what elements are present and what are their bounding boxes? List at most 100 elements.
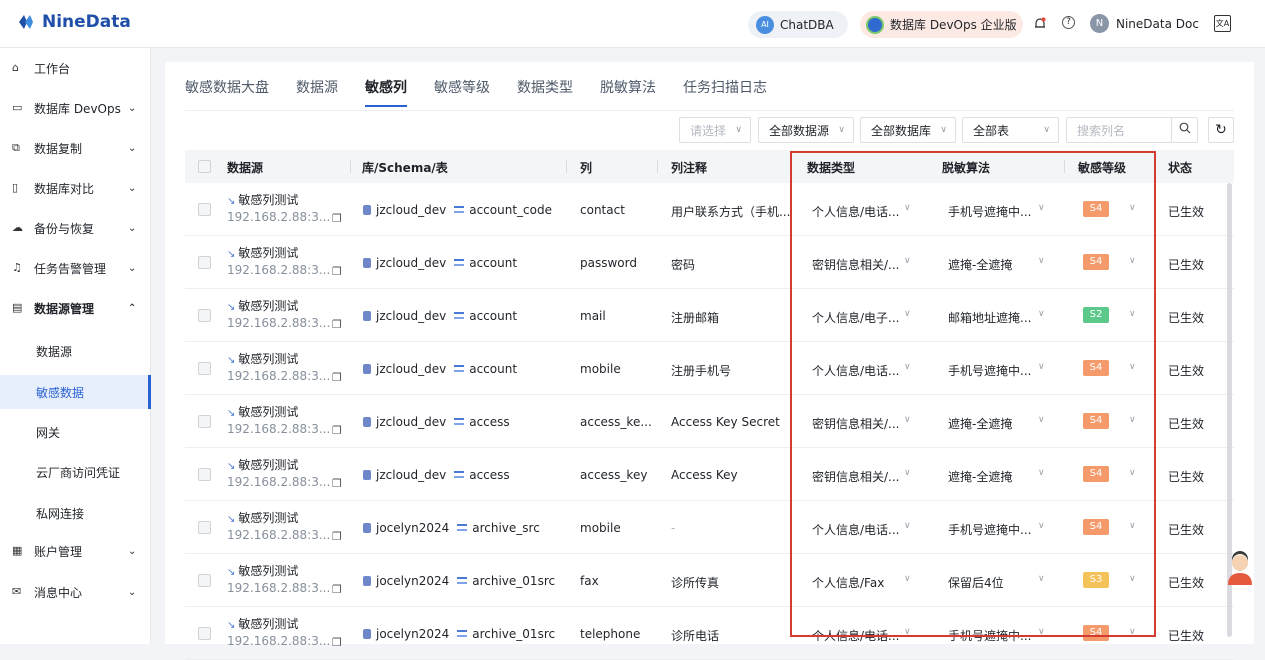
sidebar-item-alarm[interactable]: ♫ 任务告警管理 ⌄ bbox=[0, 248, 151, 288]
search-icon[interactable] bbox=[1171, 117, 1198, 143]
sidebar-item-message[interactable]: ✉ 消息中心 ⌄ bbox=[0, 572, 151, 612]
datasource-type-icon: ↘ bbox=[227, 196, 236, 207]
chatdba-button[interactable]: AI ChatDBA bbox=[748, 11, 848, 38]
copy-icon[interactable]: ❐ bbox=[332, 636, 342, 649]
tab-datasource[interactable]: 数据源 bbox=[296, 77, 338, 107]
database-icon bbox=[363, 417, 371, 427]
schema-path: jzcloud_dev access bbox=[363, 468, 510, 482]
filter-datasource[interactable]: 全部数据源 ∨ bbox=[758, 117, 854, 143]
header-status: 状态 bbox=[1168, 161, 1193, 175]
chevron-down-icon: ⌄ bbox=[128, 545, 137, 557]
bell-icon[interactable] bbox=[1034, 17, 1046, 34]
tab-sensitive-dashboard[interactable]: 敏感数据大盘 bbox=[185, 77, 269, 107]
column-comment: 用户联系方式（手机... bbox=[671, 205, 791, 219]
language-icon[interactable]: 文A bbox=[1214, 15, 1231, 32]
sidebar-subitem-datasource[interactable]: 数据源 bbox=[0, 334, 151, 368]
datasource-host: 192.168.2.88:3... bbox=[227, 528, 331, 542]
sidebar-item-backup[interactable]: ☁ 备份与恢复 ⌄ bbox=[0, 208, 151, 248]
sidebar-subitem-sensitive-data[interactable]: 敏感数据 bbox=[0, 375, 151, 409]
datasource-type-icon: ↘ bbox=[227, 461, 236, 472]
logo[interactable]: NineData bbox=[16, 12, 131, 32]
highlight-box bbox=[790, 151, 1156, 637]
filter-database[interactable]: 全部数据库 ∨ bbox=[860, 117, 956, 143]
tab-data-types[interactable]: 数据类型 bbox=[517, 77, 573, 107]
column-name: mail bbox=[580, 309, 606, 323]
copy-icon[interactable]: ❐ bbox=[332, 477, 342, 490]
copy-icon[interactable]: ❐ bbox=[332, 424, 342, 437]
datasource-name: ↘ 敏感列测试 bbox=[227, 458, 299, 472]
schema-path: jocelyn2024 archive_01src bbox=[363, 627, 555, 641]
ai-icon: AI bbox=[756, 15, 774, 34]
select-all-checkbox[interactable] bbox=[198, 160, 211, 173]
tab-sensitive-levels[interactable]: 敏感等级 bbox=[434, 77, 490, 107]
chevron-down-icon: ∨ bbox=[838, 125, 845, 135]
header-separator bbox=[657, 160, 658, 173]
datasource-name: ↘ 敏感列测试 bbox=[227, 193, 299, 207]
sidebar-item-devops[interactable]: ▭ 数据库 DevOps ⌄ bbox=[0, 88, 151, 128]
account-icon: ▦ bbox=[12, 544, 23, 557]
chevron-down-icon: ∨ bbox=[1043, 125, 1050, 135]
schema-path: jocelyn2024 archive_src bbox=[363, 521, 540, 535]
datasource-host: 192.168.2.88:3... bbox=[227, 210, 331, 224]
column-comment: Access Key Secret bbox=[671, 415, 780, 429]
row-checkbox[interactable] bbox=[198, 627, 211, 640]
datasource-name: ↘ 敏感列测试 bbox=[227, 299, 299, 313]
copy-icon[interactable]: ❐ bbox=[332, 318, 342, 331]
row-checkbox[interactable] bbox=[198, 468, 211, 481]
tab-scan-logs[interactable]: 任务扫描日志 bbox=[683, 77, 767, 107]
chevron-down-icon: ⌄ bbox=[128, 586, 137, 598]
tabs-divider bbox=[185, 110, 1234, 111]
database-icon bbox=[363, 629, 371, 639]
user-menu[interactable]: N NineData Doc bbox=[1090, 14, 1199, 33]
column-name: password bbox=[580, 256, 637, 270]
status-text: 已生效 bbox=[1168, 417, 1205, 431]
sidebar-item-datasource-mgmt[interactable]: ▤ 数据源管理 ⌃ bbox=[0, 288, 151, 328]
column-name: mobile bbox=[580, 521, 621, 535]
logo-text: NineData bbox=[42, 12, 131, 32]
table-icon bbox=[454, 471, 465, 478]
sidebar-item-compare[interactable]: ▯ 数据库对比 ⌄ bbox=[0, 168, 151, 208]
status-text: 已生效 bbox=[1168, 629, 1205, 643]
datasource-host: 192.168.2.88:3... bbox=[227, 475, 331, 489]
tab-sensitive-columns[interactable]: 敏感列 bbox=[365, 77, 407, 107]
copy-icon[interactable]: ❐ bbox=[332, 265, 342, 278]
filter-table[interactable]: 全部表 ∨ bbox=[962, 117, 1059, 143]
datasource-icon: ▤ bbox=[12, 301, 23, 314]
copy-icon[interactable]: ❐ bbox=[332, 212, 342, 225]
schema-path: jzcloud_dev account bbox=[363, 256, 517, 270]
row-checkbox[interactable] bbox=[198, 362, 211, 375]
copy-icon[interactable]: ❐ bbox=[332, 583, 342, 596]
edition-button[interactable]: 数据库 DevOps 企业版 bbox=[860, 11, 1023, 38]
sidebar-subitem-gateway[interactable]: 网关 bbox=[0, 415, 151, 449]
sidebar-item-account[interactable]: ▦ 账户管理 ⌄ bbox=[0, 531, 151, 571]
copy-icon[interactable]: ❐ bbox=[332, 530, 342, 543]
datasource-type-icon: ↘ bbox=[227, 249, 236, 260]
column-comment: 诊所传真 bbox=[671, 576, 720, 590]
database-icon bbox=[363, 311, 371, 321]
row-checkbox[interactable] bbox=[198, 521, 211, 534]
header-column: 列 bbox=[580, 161, 593, 175]
tab-masking-algorithms[interactable]: 脱敏算法 bbox=[600, 77, 656, 107]
header-separator bbox=[566, 160, 567, 173]
copy-icon[interactable]: ❐ bbox=[332, 371, 342, 384]
chevron-down-icon: ⌄ bbox=[128, 142, 137, 154]
row-checkbox[interactable] bbox=[198, 574, 211, 587]
search-input[interactable]: 搜索列名 bbox=[1066, 117, 1172, 143]
refresh-icon[interactable]: ↻ bbox=[1208, 117, 1234, 143]
sidebar-subitem-cloud-credentials[interactable]: 云厂商访问凭证 bbox=[0, 455, 151, 489]
sidebar-subitem-private-link[interactable]: 私网连接 bbox=[0, 496, 151, 530]
row-checkbox[interactable] bbox=[198, 309, 211, 322]
help-icon[interactable]: ? bbox=[1062, 16, 1075, 29]
sidebar-item-workbench[interactable]: ⌂ 工作台 bbox=[0, 48, 151, 88]
sidebar: ⌂ 工作台 ▭ 数据库 DevOps ⌄ ⧉ 数据复制 ⌄ ▯ 数据库对比 ⌄ … bbox=[0, 48, 151, 644]
row-checkbox[interactable] bbox=[198, 256, 211, 269]
sidebar-item-replication[interactable]: ⧉ 数据复制 ⌄ bbox=[0, 128, 151, 168]
column-name: fax bbox=[580, 574, 599, 588]
filter-select[interactable]: 请选择 ∨ bbox=[679, 117, 751, 143]
row-checkbox[interactable] bbox=[198, 203, 211, 216]
row-checkbox[interactable] bbox=[198, 415, 211, 428]
database-icon bbox=[363, 576, 371, 586]
assistant-avatar-icon[interactable] bbox=[1224, 551, 1256, 587]
datasource-type-icon: ↘ bbox=[227, 514, 236, 525]
column-name: access_ke... bbox=[580, 415, 652, 429]
